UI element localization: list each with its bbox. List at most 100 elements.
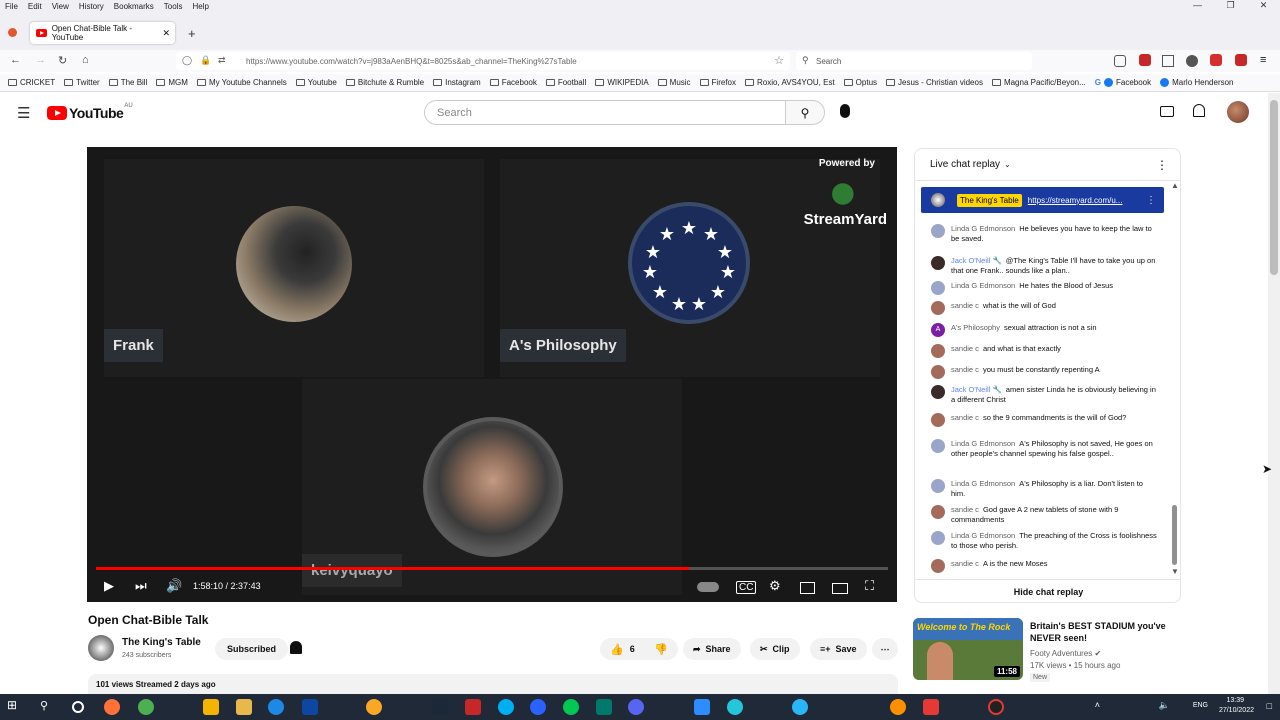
menu-file[interactable]: File: [0, 2, 23, 11]
permissions-icon[interactable]: ⇄: [218, 55, 226, 66]
bookmark-item[interactable]: G Facebook: [1095, 78, 1151, 87]
app-taskbar-icon[interactable]: [302, 699, 318, 715]
channel-name[interactable]: The King's Table: [122, 637, 201, 648]
chat-author-avatar[interactable]: [931, 559, 945, 573]
chrome-taskbar-icon[interactable]: [138, 699, 154, 715]
chat-author-name[interactable]: sandie c: [951, 301, 979, 310]
teamviewer-icon[interactable]: [268, 699, 284, 715]
chat-author-avatar[interactable]: [931, 505, 945, 519]
chat-scrollbar[interactable]: [1172, 505, 1177, 565]
chat-scroll-up-icon[interactable]: ▲: [1171, 181, 1179, 190]
recommended-channel[interactable]: Footy Adventures ✔: [1030, 649, 1101, 658]
miniplayer-icon[interactable]: [800, 582, 815, 594]
app-taskbar-icon[interactable]: [727, 699, 743, 715]
recommended-title[interactable]: Britain's BEST STADIUM you've NEVER seen…: [1030, 620, 1180, 644]
theater-mode-icon[interactable]: [832, 583, 848, 594]
chat-author-avatar[interactable]: [931, 256, 945, 270]
settings-gear-icon[interactable]: ⚙: [769, 578, 781, 594]
app-taskbar-icon[interactable]: [203, 699, 219, 715]
reload-icon[interactable]: ↻: [58, 54, 67, 67]
task-view-icon[interactable]: [72, 701, 84, 713]
menu-history[interactable]: History: [74, 2, 109, 11]
notifications-bell-icon[interactable]: [1193, 104, 1205, 117]
input-language[interactable]: ENG: [1193, 702, 1208, 709]
app-menu-icon[interactable]: ≡: [1260, 54, 1266, 66]
bookmark-item[interactable]: CRICKET: [8, 78, 55, 87]
channel-avatar[interactable]: [88, 635, 114, 661]
file-explorer-icon[interactable]: [236, 699, 252, 715]
extension-red-icon[interactable]: [1139, 54, 1151, 66]
chat-author-name[interactable]: sandie c: [951, 344, 979, 353]
share-button[interactable]: ➦ Share: [683, 638, 741, 660]
tab-youtube[interactable]: Open Chat-Bible Talk - YouTube ✕: [30, 22, 175, 44]
audition-icon[interactable]: [596, 699, 612, 715]
chat-author-avatar[interactable]: [931, 531, 945, 545]
pocket-icon[interactable]: [1114, 55, 1126, 67]
chat-scroll-down-icon[interactable]: ▼: [1171, 567, 1179, 576]
bookmark-item[interactable]: Football: [545, 78, 586, 87]
clip-button[interactable]: ✂ Clip: [750, 638, 800, 660]
youtube-search-input[interactable]: Search: [424, 100, 786, 125]
chat-author-avatar[interactable]: [931, 224, 945, 238]
bookmark-star-icon[interactable]: ☆: [774, 54, 784, 67]
bookmark-item[interactable]: Instagram: [433, 78, 481, 87]
next-icon[interactable]: ⏭: [135, 578, 147, 594]
chat-author-avatar[interactable]: A: [931, 323, 945, 337]
app-taskbar-icon[interactable]: [530, 699, 546, 715]
firefox-taskbar-icon[interactable]: [104, 699, 120, 715]
download-icon[interactable]: [1186, 55, 1198, 67]
chat-author-avatar[interactable]: [931, 344, 945, 358]
clock-date[interactable]: 27/10/2022: [1219, 707, 1254, 714]
url-bar[interactable]: ◯ 🔒 ⇄ https://www.youtube.com/watch?v=j9…: [176, 52, 790, 70]
fullscreen-icon[interactable]: ⛶: [865, 578, 874, 594]
bookmark-item[interactable]: Twitter: [64, 78, 100, 87]
volume-icon[interactable]: 🔊: [166, 578, 182, 594]
video-progress-bar[interactable]: [96, 567, 888, 570]
home-icon[interactable]: ⌂: [82, 54, 89, 66]
addon-2-icon[interactable]: [1235, 54, 1247, 66]
bookmark-item[interactable]: WIKIPEDIA: [595, 78, 649, 87]
menu-bookmarks[interactable]: Bookmarks: [109, 2, 159, 11]
volume-tray-icon[interactable]: 🔈: [1159, 700, 1170, 711]
video-player[interactable]: Frank ★ ★ ★ ★ ★ ★ ★ ★ ★ ★ ★ A's Philosop…: [87, 147, 897, 602]
app-taskbar-icon[interactable]: [366, 699, 382, 715]
app-taskbar-icon[interactable]: [890, 699, 906, 715]
chat-author-name[interactable]: Jack O'Neill 🔧: [951, 385, 1002, 394]
like-icon[interactable]: 👍: [610, 643, 624, 656]
chat-author-name[interactable]: Linda G Edmonson: [951, 281, 1015, 290]
chat-author-avatar[interactable]: [931, 385, 945, 399]
chat-author-name[interactable]: Linda G Edmonson: [951, 224, 1015, 233]
recommended-thumbnail[interactable]: Welcome to The Rock 11:58: [913, 618, 1023, 680]
windows-start-icon[interactable]: ⊞: [7, 698, 23, 714]
hamburger-menu-icon[interactable]: ☰: [17, 104, 30, 122]
forward-icon[interactable]: →: [35, 54, 46, 66]
sidebar-icon[interactable]: [1162, 55, 1174, 67]
back-icon[interactable]: ←: [10, 54, 21, 66]
browser-search-field[interactable]: ⚲ Search: [796, 52, 1032, 70]
youtube-search-button[interactable]: ⚲: [785, 100, 825, 125]
zoom-icon[interactable]: [694, 699, 710, 715]
chat-author-avatar[interactable]: [931, 413, 945, 427]
chat-author-name[interactable]: A's Philosophy: [951, 323, 1000, 332]
bookmark-item[interactable]: The Bill: [108, 78, 147, 87]
gmail-icon[interactable]: [465, 699, 481, 715]
app-taskbar-icon[interactable]: [923, 699, 939, 715]
chat-author-name[interactable]: Linda G Edmonson: [951, 531, 1015, 540]
chat-author-avatar[interactable]: [931, 365, 945, 379]
notification-center-icon[interactable]: □: [1267, 701, 1272, 711]
play-icon[interactable]: ▶: [104, 578, 114, 594]
chat-author-name[interactable]: Linda G Edmonson: [951, 479, 1015, 488]
app-taskbar-icon[interactable]: [563, 699, 579, 715]
pinned-message[interactable]: The King's Table https://streamyard.com/…: [921, 187, 1164, 213]
shield-icon[interactable]: ◯: [182, 55, 192, 66]
page-scrollbar-thumb[interactable]: [1270, 100, 1278, 275]
menu-view[interactable]: View: [47, 2, 74, 11]
dislike-icon[interactable]: 👎: [654, 643, 668, 656]
more-actions-button[interactable]: ⋯: [872, 638, 898, 660]
account-avatar[interactable]: [1227, 101, 1249, 123]
chat-author-name[interactable]: Jack O'Neill 🔧: [951, 256, 1002, 265]
menu-edit[interactable]: Edit: [23, 2, 47, 11]
bookmark-item[interactable]: Bitchute & Rumble: [345, 78, 424, 87]
skype-icon[interactable]: [498, 699, 514, 715]
chat-author-name[interactable]: sandie c: [951, 365, 979, 374]
